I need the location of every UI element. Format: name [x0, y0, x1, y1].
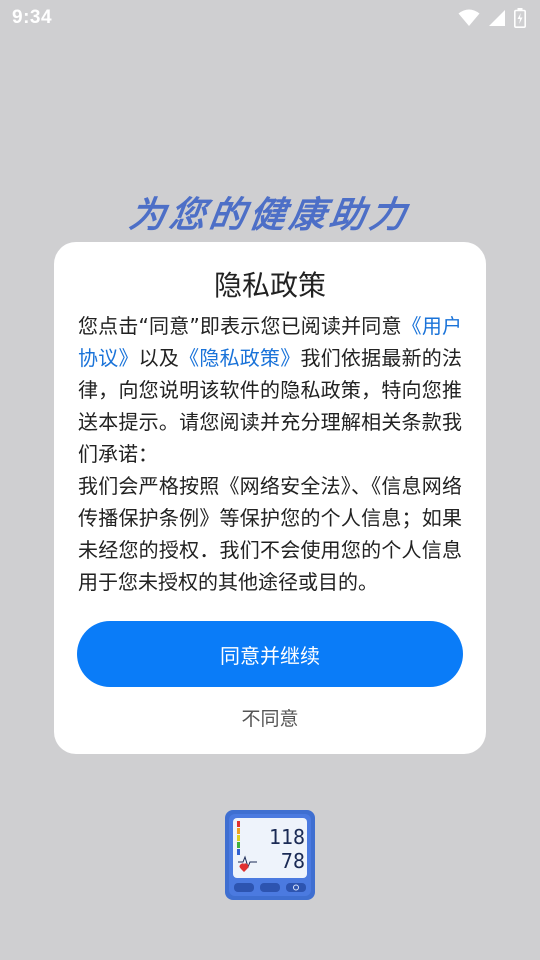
privacy-dialog: 隐私政策 您点击“同意”即表示您已阅读并同意《用户协议》以及《隐私政策》我们依据…: [54, 242, 486, 754]
wifi-icon: [458, 9, 480, 26]
disagree-button[interactable]: 不同意: [54, 701, 486, 733]
systolic-value: 118: [269, 825, 305, 849]
diastolic-value: 78: [281, 849, 305, 873]
battery-icon: [514, 8, 526, 28]
slogan-text: 为您的健康助力: [126, 195, 413, 236]
dialog-title: 隐私政策: [213, 269, 326, 302]
blood-pressure-monitor-icon: 118 78: [225, 810, 315, 900]
body-text-4: 我们会严格按照《网络安全法》、《信息网络传播保护条例》等保护您的个人信息；如果未…: [78, 474, 462, 594]
status-time: 9:34: [12, 7, 53, 28]
status-icons: [458, 8, 526, 28]
agree-continue-button[interactable]: 同意并继续: [77, 621, 463, 687]
dialog-body: 您点击“同意”即表示您已阅读并同意《用户协议》以及《隐私政策》我们依据最新的法律…: [78, 310, 462, 598]
privacy-policy-link[interactable]: 《隐私政策》: [179, 346, 300, 370]
signal-icon: [489, 10, 505, 26]
body-text-2: 以及: [138, 346, 180, 370]
body-text-1: 您点击“同意”即表示您已阅读并同意: [78, 314, 402, 338]
status-bar: 9:34: [0, 0, 540, 36]
